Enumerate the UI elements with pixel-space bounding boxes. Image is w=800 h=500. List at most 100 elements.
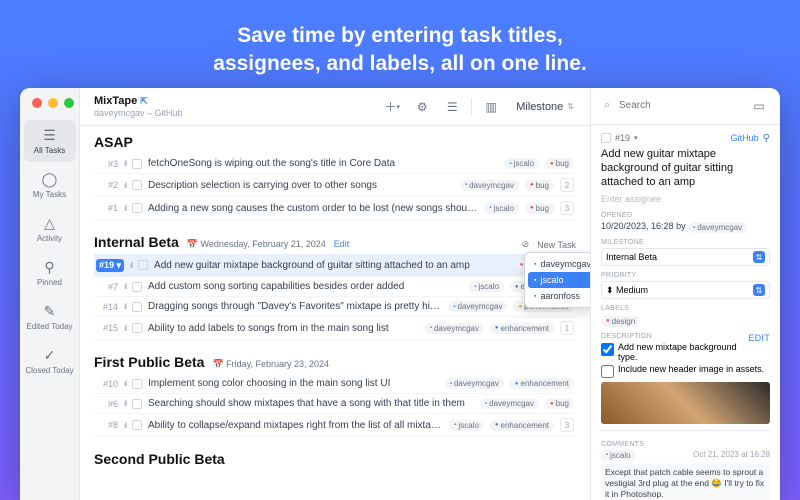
description-label: DESCRIPTIONEdit [601,333,770,340]
priority-icon: ıl [124,399,126,408]
assignee-chip[interactable]: daveymcgav [448,301,507,312]
opened-label: OPENED [601,212,770,219]
label-chip[interactable]: enhancement [490,323,554,334]
search-input[interactable] [601,97,742,114]
assignee-input[interactable]: Enter assignee [601,194,770,204]
label-chip[interactable]: bug [545,398,574,409]
priority-label: PRIORITY [601,272,770,279]
task-checkbox[interactable] [132,180,142,190]
issue-checkbox[interactable] [601,133,611,143]
labels-label: LABELS [601,305,770,312]
opened-value: 10/20/2023, 16:28 by daveymcgav [601,221,770,234]
check-icon: ✓ [24,347,76,364]
filter-icon[interactable]: ☰ [441,96,463,118]
task-row[interactable]: #2ılDescription selection is carrying ov… [94,174,576,197]
nav-all-tasks[interactable]: ☰All Tasks [24,120,76,162]
nav-pinned[interactable]: ⚲Pinned [24,252,76,294]
task-row[interactable]: #10ılImplement song color choosing in th… [94,374,576,394]
task-number: #8 [96,420,118,430]
detail-toolbar: ▭ [591,88,780,125]
assignee-chip[interactable]: daveymcgav [445,378,504,389]
gear-icon[interactable]: ⚙ [411,96,433,118]
label-chip[interactable]: design [601,316,640,327]
nav-activity[interactable]: △Activity [24,208,76,250]
section-title: Internal Beta [94,234,179,250]
task-number: #2 [96,180,118,190]
milestone-select[interactable]: Milestone⇅ [510,99,580,115]
task-row[interactable]: #1ılAdding a new song causes the custom … [94,197,576,220]
popup-option[interactable]: daveymcgav [528,256,590,272]
assignee-chip[interactable]: daveymcgav [480,398,539,409]
task-row[interactable]: #6ılSearching should show mixtapes that … [94,394,576,414]
attachment-image[interactable] [601,382,770,424]
checklist-item[interactable]: Include new header image in assets. [601,364,770,378]
label-chip[interactable]: bug [525,203,554,214]
milestone-label: MILESTONE [601,239,770,246]
nav-edited-today[interactable]: ✎Edited Today [24,296,76,338]
label-chip[interactable]: enhancement [490,420,554,431]
task-checkbox[interactable] [132,379,142,389]
popup-option[interactable]: jscalo [528,272,590,288]
edit-link[interactable]: Edit [334,239,350,249]
label-chip[interactable]: bug [545,158,574,169]
github-link[interactable]: GitHub [731,133,759,143]
task-row[interactable]: #7ılAdd custom song sorting capabilities… [94,277,576,297]
new-task-button[interactable]: New Task [537,240,576,250]
pencil-icon: ✎ [24,303,76,320]
pin-icon: ⚲ [24,259,76,276]
task-checkbox[interactable] [132,282,142,292]
checklist-item[interactable]: Add new mixtape background type. [601,342,748,362]
assignee-chip[interactable]: jscalo [449,420,484,431]
popup-option[interactable]: aaronfoss [528,288,590,304]
add-button[interactable]: ＋▾ [381,96,403,118]
issue-title[interactable]: Add new guitar mixtape background of gui… [601,147,770,190]
breadcrumb: MixTape ⇱ daveymcgav – GitHub [94,95,183,119]
priority-select[interactable]: ⬍ Medium⇅ [601,281,770,299]
task-checkbox[interactable] [132,420,142,430]
task-checkbox[interactable] [132,399,142,409]
task-title: Description selection is carrying over t… [148,180,454,191]
milestone-select[interactable]: Internal Beta⇅ [601,248,770,266]
task-row[interactable]: #19 ▾ılAdd new guitar mixtape background… [94,254,576,277]
task-checkbox[interactable] [132,302,142,312]
comment-author: jscalo [601,450,636,461]
task-number: #1 [96,203,118,213]
assignee-chip[interactable]: daveymcgav [460,180,519,191]
check-icon[interactable]: ⊘ [522,239,530,250]
assignee-chip[interactable]: jscalo [504,158,539,169]
comment-count: 1 [560,321,574,335]
task-number: #7 [96,282,118,292]
edit-description[interactable]: Edit [748,333,770,343]
pin-icon[interactable]: ⚲ [763,133,770,144]
nav-my-tasks[interactable]: ◯My Tasks [24,164,76,206]
task-list: ASAP#3ılfetchOneSong is wiping out the s… [80,126,590,500]
task-row[interactable]: #15ılAbility to add labels to songs from… [94,317,576,340]
priority-icon: ıl [124,324,126,333]
task-number: #3 [96,159,118,169]
task-row[interactable]: #8ılAbility to collapse/expand mixtapes … [94,414,576,437]
minimize-icon[interactable] [48,98,58,108]
task-number: #14 [96,302,118,312]
close-icon[interactable] [32,98,42,108]
priority-icon: ıl [124,159,126,168]
columns-icon[interactable]: ▥ [480,96,502,118]
assignee-chip[interactable]: jscalo [484,203,519,214]
task-checkbox[interactable] [132,203,142,213]
task-row[interactable]: #14ılDragging songs through "Davey's Fav… [94,297,576,317]
section-date: 📅 Friday, February 23, 2024 [212,359,329,370]
task-title: Implement song color choosing in the mai… [148,378,439,389]
comment-date: Oct 21, 2023 at 16:28 [693,450,770,461]
assignee-chip[interactable]: daveymcgav [425,323,484,334]
tray-icon: ☰ [24,127,76,144]
maximize-icon[interactable] [64,98,74,108]
assignee-chip[interactable]: jscalo [469,281,504,292]
task-row[interactable]: #3ılfetchOneSong is wiping out the song'… [94,154,576,174]
sidebar-toggle-icon[interactable]: ▭ [748,95,770,117]
label-chip[interactable]: enhancement [510,378,574,389]
task-checkbox[interactable] [132,323,142,333]
nav-closed-today[interactable]: ✓Closed Today [24,340,76,382]
external-icon[interactable]: ⇱ [140,96,148,106]
label-chip[interactable]: bug [525,180,554,191]
task-checkbox[interactable] [138,260,148,270]
task-checkbox[interactable] [132,159,142,169]
